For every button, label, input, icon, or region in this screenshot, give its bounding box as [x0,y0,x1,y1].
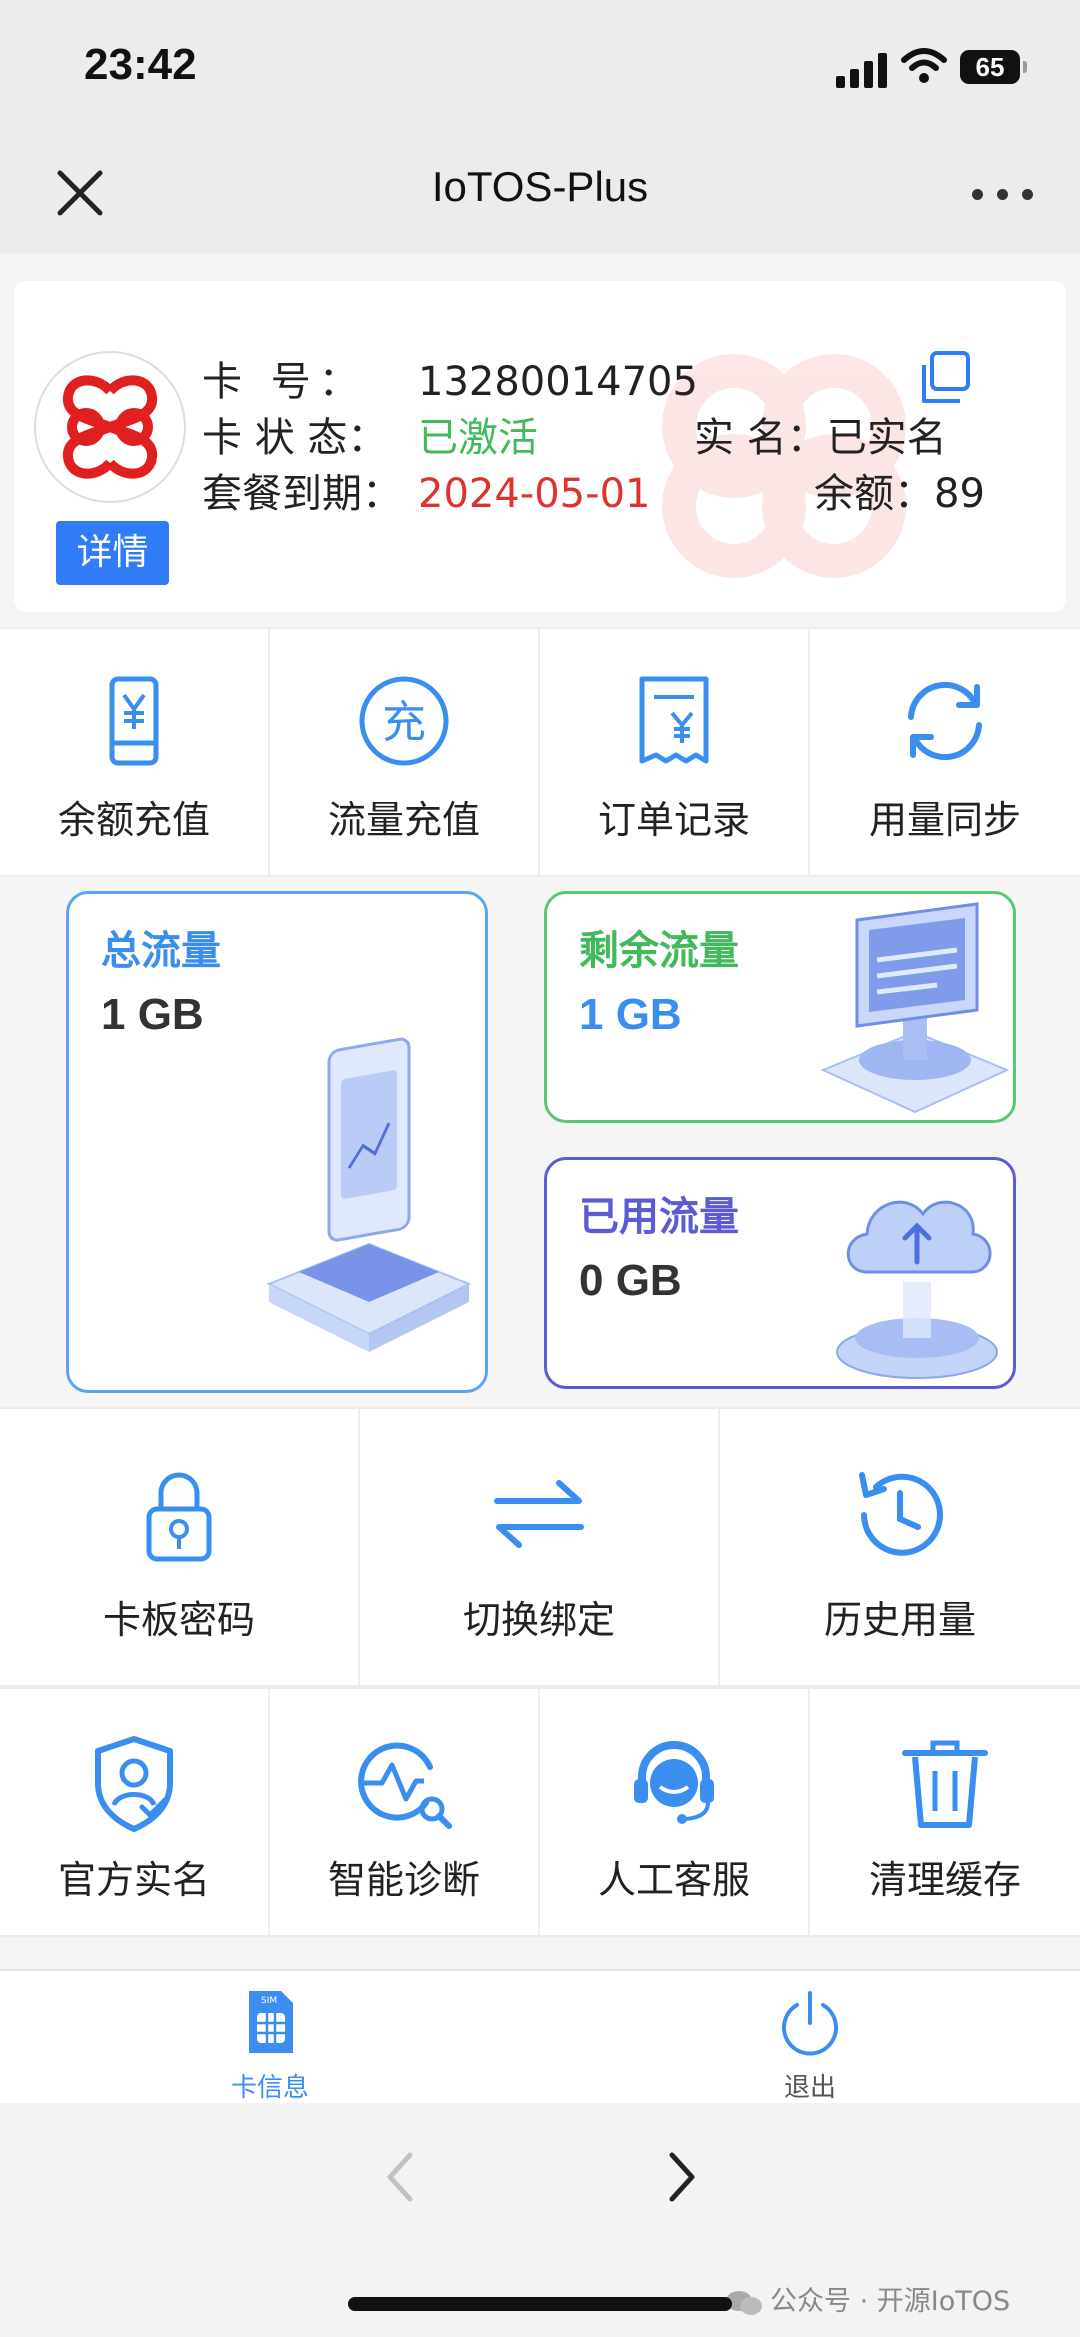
unicom-logo-icon [63,375,157,479]
bottom-action-grid: 官方实名 智能诊断 人工客服 清理缓存 [0,1687,1080,1937]
customer-service-label: 人工客服 [597,1858,750,1902]
expire-row: 套餐到期： 2024-05-01 [202,461,650,519]
used-data-card: 已用流量 0 GB [544,1157,1016,1389]
forward-arrow-icon[interactable] [656,2147,706,2207]
status-time: 23:42 [84,40,197,89]
order-records-button[interactable]: 订单记录 [540,629,810,875]
smart-diagnose-label: 智能诊断 [327,1858,480,1902]
history-icon [859,1472,943,1556]
more-icon[interactable] [972,179,1034,209]
clear-cache-label: 清理缓存 [868,1858,1021,1902]
cloud-illustration-icon [836,1200,998,1379]
card-number-row: 卡 号： 13280014705 [202,349,698,407]
top-action-grid: 余额充值 充 流量充值 订单记录 用量同步 [0,627,1080,877]
nav-bar: IoTOS-Plus [0,135,1080,253]
card-number-label: 卡 号： [202,359,367,405]
lock-icon [146,1472,212,1562]
card-number: 13280014705 [418,359,698,405]
remaining-data-value: 1 GB [579,990,682,1039]
data-recharge-button[interactable]: 充 流量充值 [270,629,540,875]
switch-binding-label: 切换绑定 [462,1598,615,1642]
balance-label: 余额： [814,471,934,517]
card-password-label: 卡板密码 [102,1598,255,1642]
card-password-button[interactable]: 卡板密码 [0,1409,360,1685]
customer-service-button[interactable]: 人工客服 [540,1689,810,1935]
balance-recharge-label: 余额充值 [57,798,210,842]
recharge-circle-icon: 充 [359,676,449,766]
remaining-data-card: 剩余流量 1 GB [544,891,1016,1123]
remaining-data-title: 剩余流量 [579,928,739,974]
expire-date: 2024-05-01 [418,471,651,517]
svg-text:充: 充 [382,697,426,748]
headset-icon [634,1741,714,1824]
balance-row: 余额：89 [814,461,985,519]
phone-stand-illustration-icon [266,1037,472,1352]
used-data-value: 0 GB [579,1256,682,1305]
copy-icon[interactable] [914,349,974,409]
bottom-tab-bar: SIM 卡信息 退出 [0,1969,1080,2103]
swap-icon [494,1480,584,1548]
tab-card-info-label: 卡信息 [230,2073,309,2103]
total-data-value: 1 GB [101,990,204,1039]
realname-row: 实 名：已实名 [694,405,947,463]
card-status-label: 卡 状 态： [202,415,388,461]
card-status: 已激活 [418,415,538,461]
receipt-icon [639,676,709,764]
card-status-row: 卡 状 态： 已激活 [202,405,538,463]
sim-text: SIM [261,1996,277,2006]
history-usage-button[interactable]: 历史用量 [720,1409,1080,1685]
monitor-illustration-icon [820,902,1010,1114]
card-info-panel: 详情 卡 号： 13280014705 卡 状 态： 已激活 实 名：已实名 套餐到… [14,281,1066,612]
mid-action-grid: 卡板密码 切换绑定 历史用量 [0,1407,1080,1687]
diagnose-icon [358,1742,452,1829]
usage-sync-label: 用量同步 [868,798,1021,842]
home-indicator [348,2297,732,2311]
balance-value: 89 [934,471,985,517]
switch-binding-button[interactable]: 切换绑定 [360,1409,720,1685]
main-page: 详情 卡 号： 13280014705 卡 状 态： 已激活 实 名：已实名 套餐到… [0,253,1080,1969]
official-realname-button[interactable]: 官方实名 [0,1689,270,1935]
realname-label: 实 名： [694,415,827,461]
cellular-signal-icon [836,52,888,88]
official-realname-label: 官方实名 [57,1858,210,1902]
tab-card-info[interactable]: SIM 卡信息 [0,1971,540,2105]
wechat-account-watermark: 公众号 · 开源IoTOS [724,2279,1010,2318]
trash-icon [902,1740,988,1828]
used-data-title: 已用流量 [579,1194,739,1240]
data-recharge-label: 流量充值 [327,798,480,842]
sim-card-icon: SIM [249,1991,293,2053]
expire-label: 套餐到期： [202,471,402,517]
realname-status: 已实名 [826,415,947,461]
power-icon [782,1991,838,2056]
carrier-logo [34,351,186,503]
status-bar: 23:42 65 [0,0,1080,135]
order-records-label: 订单记录 [597,798,750,842]
watermark-text: 公众号 · 开源IoTOS [770,2286,1011,2317]
tab-logout-label: 退出 [783,2073,836,2103]
shield-user-icon [95,1736,173,1832]
balance-recharge-button[interactable]: 余额充值 [0,629,270,875]
usage-sync-button[interactable]: 用量同步 [810,629,1080,875]
phone-yen-icon [109,676,159,766]
total-data-card: 总流量 1 GB [66,891,488,1393]
history-usage-label: 历史用量 [823,1598,976,1642]
battery-indicator: 65 [960,50,1027,84]
data-usage-section: 总流量 1 GB 剩余流量 1 GB 已用流量 0 GB [0,877,1080,1407]
tab-logout[interactable]: 退出 [540,1971,1080,2105]
smart-diagnose-button[interactable]: 智能诊断 [270,1689,540,1935]
total-data-title: 总流量 [101,928,221,974]
detail-button[interactable]: 详情 [56,521,169,585]
sync-icon [908,681,982,761]
clear-cache-button[interactable]: 清理缓存 [810,1689,1080,1935]
back-arrow-icon[interactable] [376,2147,426,2207]
page-title: IoTOS-Plus [431,163,649,210]
wifi-icon [901,48,947,83]
